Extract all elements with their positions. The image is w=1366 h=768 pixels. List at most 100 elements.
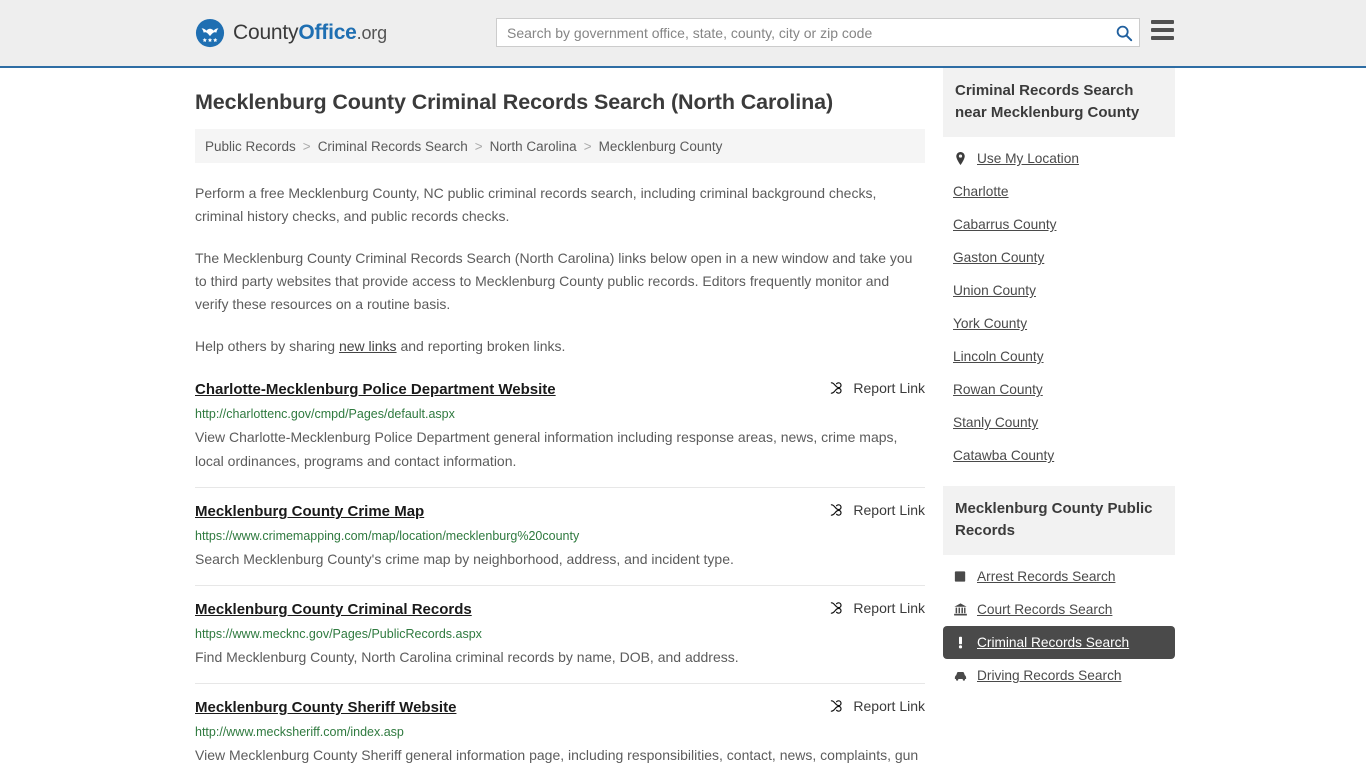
records-panel-list: Arrest Records Search Court Records Sear… [943, 555, 1175, 692]
intro-paragraph-2: The Mecklenburg County Criminal Records … [195, 250, 913, 312]
breadcrumb: Public Records > Criminal Records Search… [195, 129, 925, 163]
intro-paragraph-1: Perform a free Mecklenburg County, NC pu… [195, 185, 877, 224]
search-bar[interactable] [496, 18, 1140, 47]
sidebar-item-label: Lincoln County [953, 349, 1044, 364]
sidebar-item-label: Use My Location [977, 151, 1079, 166]
sidebar-item-arrest-records-search[interactable]: Arrest Records Search [943, 560, 1175, 593]
sidebar-item-label: Driving Records Search [977, 668, 1122, 683]
report-link-button[interactable]: Report Link [815, 600, 925, 616]
sidebar-item-label: York County [953, 316, 1028, 331]
sidebar-item-catawba-county[interactable]: Catawba County [943, 439, 1175, 472]
nearby-search-panel: Criminal Records Search near Mecklenburg… [943, 68, 1175, 472]
result-item: Mecklenburg County Crime Map Report Link… [195, 502, 925, 586]
report-link-label: Report Link [853, 502, 925, 518]
result-title-link[interactable]: Mecklenburg County Crime Map [195, 502, 424, 522]
hamburger-bar [1151, 36, 1174, 40]
result-item: Mecklenburg County Sheriff Website Repor… [195, 698, 925, 768]
new-links-link[interactable]: new links [339, 338, 397, 354]
courthouse-icon [954, 603, 967, 616]
result-title-link[interactable]: Mecklenburg County Criminal Records [195, 600, 472, 620]
report-link-label: Report Link [853, 600, 925, 616]
breadcrumb-separator: > [302, 138, 311, 154]
breadcrumb-separator: > [583, 138, 592, 154]
search-icon[interactable] [1115, 24, 1133, 42]
result-description: View Charlotte-Mecklenburg Police Depart… [195, 429, 898, 469]
sidebar-item-cabarrus-county[interactable]: Cabarrus County [943, 208, 1175, 241]
page-body: Mecklenburg County Criminal Records Sear… [0, 68, 1366, 768]
breadcrumb-item-north-carolina[interactable]: North Carolina [490, 139, 577, 154]
result-header: Mecklenburg County Crime Map Report Link [195, 502, 925, 522]
report-link-button[interactable]: Report Link [815, 698, 925, 714]
result-item: Charlotte-Mecklenburg Police Department … [195, 380, 925, 488]
result-url[interactable]: https://www.crimemapping.com/map/locatio… [195, 528, 925, 544]
hamburger-bar [1151, 28, 1174, 32]
result-url[interactable]: http://www.mecksheriff.com/index.asp [195, 724, 925, 740]
share-text-before: Help others by sharing [195, 338, 339, 354]
records-panel-heading: Mecklenburg County Public Records [943, 486, 1175, 555]
sidebar-item-rowan-county[interactable]: Rowan County [943, 373, 1175, 406]
logo-wordmark: CountyOffice.org [233, 21, 387, 45]
result-title-link[interactable]: Mecklenburg County Sheriff Website [195, 698, 456, 718]
sidebar-item-label: Union County [953, 283, 1036, 298]
sidebar-item-use-my-location[interactable]: Use My Location [943, 142, 1175, 175]
breadcrumb-separator: > [474, 138, 483, 154]
main-column: Mecklenburg County Criminal Records Sear… [195, 68, 925, 768]
sidebar-item-court-records-search[interactable]: Court Records Search [943, 593, 1175, 626]
sidebar-item-lincoln-county[interactable]: Lincoln County [943, 340, 1175, 373]
car-icon [954, 672, 967, 681]
broken-link-icon [831, 382, 843, 394]
site-logo[interactable]: CountyOffice.org [195, 18, 387, 48]
page-title: Mecklenburg County Criminal Records Sear… [195, 90, 834, 114]
report-link-button[interactable]: Report Link [815, 502, 925, 518]
result-description: Find Mecklenburg County, North Carolina … [195, 649, 739, 665]
report-link-label: Report Link [853, 698, 925, 714]
sidebar-item-label: Gaston County [953, 250, 1045, 265]
sidebar-item-label: Arrest Records Search [977, 569, 1116, 584]
result-description: Search Mecklenburg County's crime map by… [195, 551, 734, 567]
sidebar-item-york-county[interactable]: York County [943, 307, 1175, 340]
sidebar-item-gaston-county[interactable]: Gaston County [943, 241, 1175, 274]
sidebar-item-criminal-records-search[interactable]: Criminal Records Search [943, 626, 1175, 659]
result-description: View Mecklenburg County Sheriff general … [195, 747, 919, 763]
sidebar-item-label: Cabarrus County [953, 217, 1057, 232]
result-header: Mecklenburg County Sheriff Website Repor… [195, 698, 925, 718]
exclamation-icon [958, 636, 963, 649]
breadcrumb-item-criminal-records-search[interactable]: Criminal Records Search [318, 139, 468, 154]
logo-text-org: .org [356, 23, 387, 43]
logo-text-office: Office [298, 21, 357, 44]
sidebar-item-label: Rowan County [953, 382, 1043, 397]
hamburger-bar [1151, 20, 1174, 24]
report-link-label: Report Link [853, 380, 925, 396]
result-header: Charlotte-Mecklenburg Police Department … [195, 380, 925, 400]
result-url[interactable]: https://www.mecknc.gov/Pages/PublicRecor… [195, 626, 925, 642]
search-input[interactable] [507, 24, 1115, 41]
logo-text-county: County [233, 21, 299, 44]
hamburger-menu-icon[interactable] [1151, 20, 1174, 40]
countyoffice-eagle-icon [195, 18, 225, 48]
report-link-button[interactable]: Report Link [815, 380, 925, 396]
broken-link-icon [831, 602, 843, 614]
sidebar-item-stanly-county[interactable]: Stanly County [943, 406, 1175, 439]
breadcrumb-item-mecklenburg-county[interactable]: Mecklenburg County [599, 139, 723, 154]
result-item: Mecklenburg County Criminal Records Repo… [195, 600, 925, 684]
map-pin-icon [956, 151, 965, 166]
sidebar-item-label: Charlotte [953, 184, 1009, 199]
fingerprint-square-icon [954, 571, 966, 582]
sidebar-item-label: Court Records Search [977, 602, 1113, 617]
sidebar-item-union-county[interactable]: Union County [943, 274, 1175, 307]
intro-paragraph-3: Help others by sharing new links and rep… [195, 335, 925, 358]
public-records-panel: Mecklenburg County Public Records Arrest… [943, 486, 1175, 692]
sidebar-item-label: Criminal Records Search [977, 635, 1130, 650]
result-title-link[interactable]: Charlotte-Mecklenburg Police Department … [195, 380, 556, 400]
sidebar-item-driving-records-search[interactable]: Driving Records Search [943, 659, 1175, 692]
results-list: Charlotte-Mecklenburg Police Department … [195, 380, 925, 768]
broken-link-icon [831, 504, 843, 516]
nearby-panel-list: Use My Location Charlotte Cabarrus Count… [943, 137, 1175, 472]
nearby-panel-heading: Criminal Records Search near Mecklenburg… [943, 68, 1175, 137]
share-text-after: and reporting broken links. [396, 338, 566, 354]
sidebar-item-label: Stanly County [953, 415, 1039, 430]
breadcrumb-item-public-records[interactable]: Public Records [205, 139, 296, 154]
result-url[interactable]: http://charlottenc.gov/cmpd/Pages/defaul… [195, 406, 925, 422]
sidebar-item-charlotte[interactable]: Charlotte [943, 175, 1175, 208]
broken-link-icon [831, 700, 843, 712]
